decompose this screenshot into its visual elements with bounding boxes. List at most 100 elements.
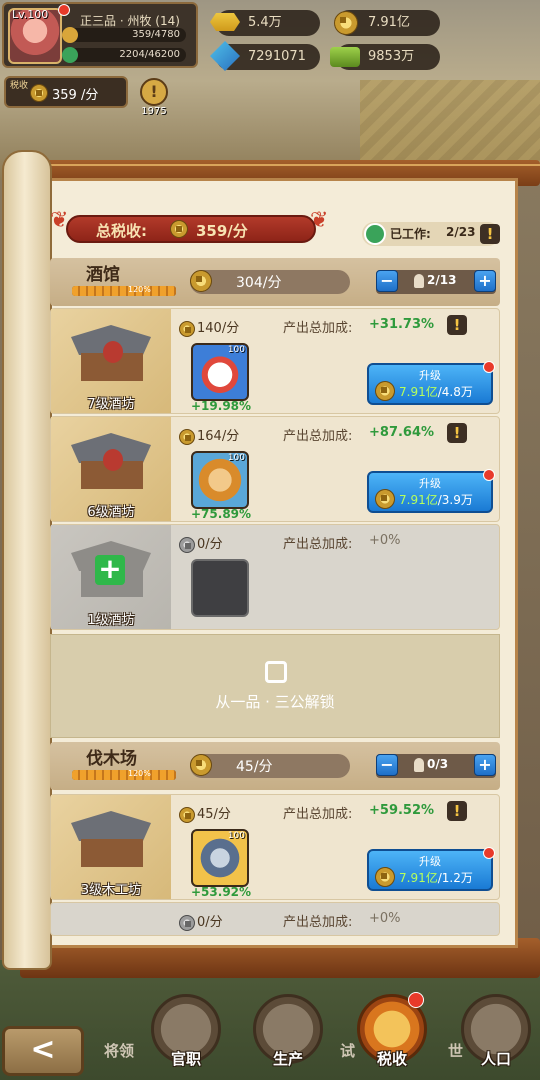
category-name: 伐木场 [86, 749, 137, 769]
upgrade-button[interactable]: 升级 7.91亿/4.8万 [367, 361, 495, 405]
nav-tax[interactable]: 税收 [354, 992, 430, 1078]
category-name: 酒馆 [86, 265, 120, 285]
winery-building-icon [65, 325, 157, 389]
exp-bar: 359/4780 [62, 27, 186, 43]
exp-text: 359/4780 [132, 29, 180, 40]
empty-hero-slot[interactable] [191, 559, 249, 617]
nav-population[interactable]: 人口 [458, 994, 534, 1078]
worked-label: 已工作: [390, 227, 431, 241]
upgrade-cost: 7.91亿/1.2万 [399, 869, 473, 886]
building-income-text: 0/分 [197, 537, 223, 552]
info-button[interactable]: ! [480, 224, 500, 244]
category-rate: 45/分 [190, 754, 350, 778]
plus-button[interactable]: + [474, 754, 496, 776]
player-level: Lv.100 [12, 8, 49, 21]
exclamation-icon: ! [140, 78, 168, 106]
building-slot[interactable]: 7级酒坊 [51, 309, 171, 413]
nav-production[interactable]: 生产 [250, 994, 326, 1078]
tax-rate-pill[interactable]: 税收 359 /分 [4, 76, 128, 108]
worker-icon [364, 223, 386, 245]
info-button[interactable]: ! [447, 423, 467, 443]
resource-coin[interactable]: 7.91亿 [334, 10, 440, 36]
coin-icon [190, 754, 212, 776]
building-income-text: 164/分 [197, 429, 240, 444]
category-level-pct: 120% [128, 285, 151, 294]
resource-gold-ingot[interactable]: 5.4万 [210, 10, 320, 36]
bonus-label: 产出总加成: [283, 537, 353, 552]
hero-bonus: +19.98% [191, 399, 252, 413]
worked-value: 2/23 [446, 225, 476, 239]
bonus-label: 产出总加成: [283, 807, 353, 822]
notification-dot [483, 361, 495, 373]
nav-label: 生产 [272, 1050, 303, 1068]
upgrade-button[interactable]: 升级 7.91亿/3.9万 [367, 469, 495, 513]
building-slot[interactable]: + 1级酒坊 [51, 525, 171, 629]
nav-generals[interactable]: 将领 [104, 1040, 134, 1061]
resource-cash[interactable]: 9853万 [330, 44, 440, 70]
nav-officials[interactable]: 官职 [148, 994, 224, 1078]
building-row: 7级酒坊 140/分 产出总加成: +31.73% ! 100 +19.98% … [50, 308, 500, 414]
population-text: 2204/46200 [119, 49, 180, 60]
hero-level: 100 [227, 453, 245, 463]
winery-building-icon: + [65, 541, 157, 605]
total-tax-label: 总税收: [96, 222, 147, 240]
category-lumber: 伐木场 120% 45/分 − 0/3 + [50, 742, 500, 790]
coin-icon [375, 381, 395, 401]
cash-value: 9853万 [368, 49, 415, 64]
add-building-icon[interactable]: + [95, 555, 125, 585]
building-row: 3级木工坊 45/分 产出总加成: +59.52% ! 100 +53.92% … [50, 794, 500, 900]
building-slot[interactable]: 6级酒坊 [51, 417, 171, 521]
minus-button[interactable]: − [376, 270, 398, 292]
notification-dot [483, 847, 495, 859]
minus-button[interactable]: − [376, 754, 398, 776]
player-rank: 正三品 · 州牧 (14) [80, 14, 180, 28]
building-name: 7级酒坊 [87, 397, 135, 412]
coin-icon [30, 84, 48, 102]
building-income: 140/分 [179, 317, 239, 337]
coin-value: 7.91亿 [368, 15, 410, 30]
building-income-text: 0/分 [197, 915, 223, 930]
tip-count: 1975 [141, 106, 167, 117]
hero-bonus: +75.89% [191, 507, 252, 521]
category-rate-value: 304/分 [236, 275, 282, 291]
hero-portrait[interactable]: 100 [191, 829, 249, 887]
upgrade-cost-need: /4.8万 [437, 385, 473, 399]
upgrade-cost-have: 7.91亿 [399, 493, 438, 507]
tip-badge[interactable]: ! 1975 [138, 78, 170, 117]
info-button[interactable]: ! [447, 315, 467, 335]
lock-icon [265, 661, 287, 683]
coin-icon [190, 270, 212, 292]
building-row-empty: 0/分 产出总加成: +0% [50, 902, 500, 936]
worker-stepper: − 0/3 + [376, 754, 496, 778]
resource-power[interactable]: 7291071 [210, 41, 320, 71]
upgrade-cost: 7.91亿/4.8万 [399, 383, 473, 400]
hero-portrait[interactable]: 100 [191, 451, 249, 509]
hero-level: 100 [227, 831, 245, 841]
locked-slot: 从一品 · 三公解锁 [50, 634, 500, 738]
building-name: 1级酒坊 [87, 613, 135, 628]
upgrade-button[interactable]: 升级 7.91亿/1.2万 [367, 847, 495, 891]
gold-ingot-value: 5.4万 [248, 15, 282, 30]
building-income: 164/分 [179, 425, 239, 445]
bonus-value: +31.73% [369, 317, 435, 332]
tax-rate-value: 359 /分 [52, 88, 99, 103]
winery-building-icon [65, 433, 157, 497]
bonus-value: +0% [369, 911, 401, 926]
category-level-bar: 120% [72, 285, 176, 296]
coin-icon [375, 867, 395, 887]
info-button[interactable]: ! [447, 801, 467, 821]
building-slot[interactable]: 3级木工坊 [51, 795, 171, 899]
building-name: 6级酒坊 [87, 505, 135, 520]
plus-button[interactable]: + [474, 270, 496, 292]
nav-trial[interactable]: 试 [340, 1040, 355, 1061]
category-rate-value: 45/分 [236, 759, 273, 775]
hero-portrait[interactable]: 100 [191, 343, 249, 401]
building-income-text: 45/分 [197, 807, 231, 822]
worker-info[interactable]: 已工作: 2/23 ! [362, 222, 500, 246]
bonus-value: +59.52% [369, 803, 435, 818]
building-income-text: 140/分 [197, 321, 240, 336]
category-level-fill [72, 770, 176, 780]
player-panel[interactable]: Lv.100 正三品 · 州牧 (14) 359/4780 2204/46200 [2, 2, 198, 68]
category-tavern: 酒馆 120% 304/分 − 2/13 + [50, 258, 500, 306]
back-button[interactable]: < [2, 1026, 84, 1076]
